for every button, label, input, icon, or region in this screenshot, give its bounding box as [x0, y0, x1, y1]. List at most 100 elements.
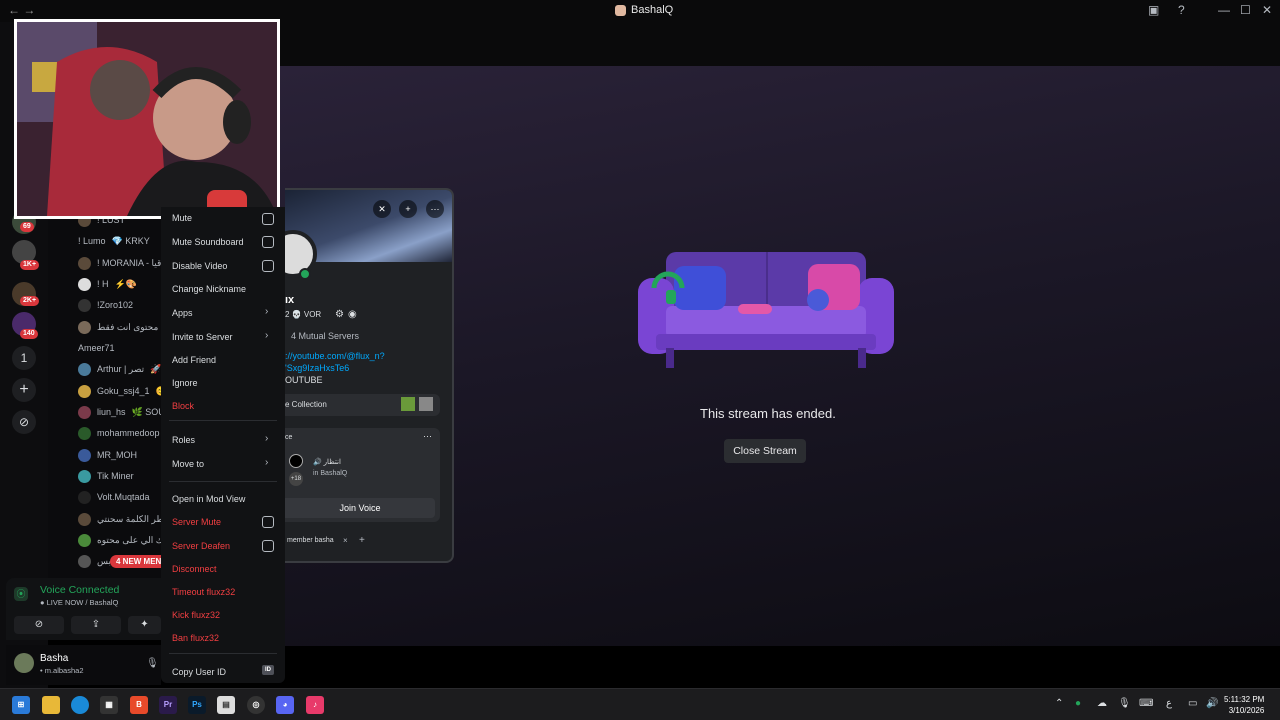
- app-icon[interactable]: ▤: [217, 696, 235, 714]
- discord-icon[interactable]: ◕: [276, 696, 294, 714]
- add-note-icon[interactable]: +: [359, 535, 365, 546]
- menu-item-invite-to-server[interactable]: Invite to Server: [172, 332, 233, 342]
- menu-item-change-nickname[interactable]: Change Nickname: [172, 284, 246, 294]
- list-item[interactable]: ! H ⚡🎨: [78, 276, 137, 292]
- youtube-link[interactable]: ://youtube.com/@flux_n?: [285, 351, 385, 361]
- keyboard-icon[interactable]: ⌨: [1139, 698, 1153, 709]
- server-badge-icon: ◉: [348, 309, 357, 320]
- brave-icon[interactable]: B: [130, 696, 148, 714]
- disable-video-checkbox[interactable]: [262, 260, 274, 272]
- list-item[interactable]: بس: [78, 553, 111, 569]
- windows-start-icon[interactable]: ⊞: [12, 696, 30, 714]
- menu-item-copy-user-id[interactable]: Copy User ID: [172, 667, 226, 677]
- menu-item-ignore[interactable]: Ignore: [172, 378, 198, 388]
- menu-item-kick[interactable]: Kick fluxz32: [172, 610, 220, 620]
- explore-icon[interactable]: ⊘: [12, 410, 36, 434]
- avatar: [289, 454, 303, 468]
- tray-app-icon[interactable]: ●: [1075, 698, 1081, 709]
- screen-share-icon[interactable]: ▣: [1148, 3, 1159, 17]
- language-indicator[interactable]: ع: [1166, 698, 1172, 709]
- home-number[interactable]: 1: [12, 346, 36, 370]
- store-icon[interactable]: ▦: [100, 696, 118, 714]
- close-button[interactable]: ✕: [1262, 3, 1272, 17]
- forward-icon[interactable]: →: [23, 3, 35, 17]
- voice-status[interactable]: Voice Connected: [40, 584, 119, 596]
- youtube-link-cont[interactable]: 'Sxg9IzaHxsTe6: [285, 363, 349, 373]
- more-icon[interactable]: ⋯: [423, 431, 432, 442]
- obs-icon[interactable]: ◎: [247, 696, 265, 714]
- minimize-button[interactable]: —: [1218, 3, 1230, 17]
- screen-share-icon[interactable]: ⇪: [71, 616, 121, 634]
- list-item[interactable]: liun_hs🌿 SOUL: [78, 404, 163, 420]
- menu-item-mute-soundboard[interactable]: Mute Soundboard: [172, 237, 244, 247]
- menu-item-block[interactable]: Block: [172, 401, 194, 411]
- menu-item-add-friend[interactable]: Add Friend: [172, 355, 216, 365]
- id-icon: ID: [262, 665, 274, 675]
- collection-row[interactable]: e Collection: [285, 394, 440, 416]
- server-mute-checkbox[interactable]: [262, 516, 274, 528]
- mutual-servers[interactable]: 4 Mutual Servers: [291, 331, 359, 341]
- signal-icon[interactable]: ⦿: [14, 587, 28, 601]
- menu-item-ban[interactable]: Ban fluxz32: [172, 633, 219, 643]
- menu-item-server-mute[interactable]: Server Mute: [172, 517, 221, 527]
- close-stream-button[interactable]: Close Stream: [724, 439, 806, 463]
- premiere-icon[interactable]: Pr: [159, 696, 177, 714]
- avatar: [78, 533, 91, 547]
- volume-icon[interactable]: 🔊: [1206, 698, 1218, 709]
- add-friend-icon[interactable]: +: [399, 200, 417, 218]
- chevron-up-icon[interactable]: ⌃: [1055, 698, 1063, 709]
- file-explorer-icon[interactable]: [42, 696, 60, 714]
- menu-item-timeout[interactable]: Timeout fluxz32: [172, 587, 235, 597]
- avatar[interactable]: [14, 653, 34, 673]
- remove-note-icon[interactable]: ×: [343, 536, 348, 545]
- mute-soundboard-checkbox[interactable]: [262, 236, 274, 248]
- mute-icon[interactable]: ✕: [373, 200, 391, 218]
- menu-item-disconnect[interactable]: Disconnect: [172, 564, 217, 574]
- menu-item-open-in-mod-view[interactable]: Open in Mod View: [172, 494, 245, 504]
- unread-badge: 2K+: [20, 296, 40, 306]
- list-item[interactable]: نوبكاك الي على محتوه: [78, 532, 163, 548]
- list-item[interactable]: ! Lumo 💎 KRKY: [78, 233, 150, 249]
- add-server-button[interactable]: +: [12, 378, 36, 402]
- list-item[interactable]: mohammedoop: [78, 425, 160, 441]
- menu-item-apps[interactable]: Apps: [172, 308, 193, 318]
- server-deafen-checkbox[interactable]: [262, 540, 274, 552]
- list-item[interactable]: Ameer71: [78, 340, 115, 356]
- join-voice-button[interactable]: Join Voice: [285, 498, 435, 518]
- list-item[interactable]: Volt.Muqtada: [78, 489, 150, 505]
- list-item[interactable]: Arthur | تصر 🚀: [78, 361, 161, 377]
- profile-bio-text: OUTUBE: [285, 375, 323, 385]
- list-item[interactable]: محتوى انت فقط <_>: [78, 319, 163, 335]
- cloud-icon[interactable]: ☁: [1097, 698, 1107, 709]
- list-item[interactable]: !Zoro102: [78, 297, 133, 313]
- back-icon[interactable]: ← →: [8, 3, 35, 17]
- microphone-icon[interactable]: 🎙: [1118, 698, 1131, 709]
- menu-item-move-to[interactable]: Move to: [172, 459, 204, 469]
- settings-icon: ⚙: [335, 309, 344, 320]
- list-item[interactable]: ! MORANIA - الاقيا: [78, 255, 163, 271]
- voice-channel[interactable]: ● LIVE NOW / BashalQ: [40, 598, 118, 607]
- tiktok-icon[interactable]: ♪: [306, 696, 324, 714]
- clock-date: 3/10/2026: [1228, 706, 1265, 715]
- maximize-button[interactable]: ☐: [1240, 3, 1251, 17]
- list-item[interactable]: Tik Miner: [78, 468, 134, 484]
- menu-item-server-deafen[interactable]: Server Deafen: [172, 541, 230, 551]
- list-item[interactable]: خاطر الكلمة سحنتي: [78, 511, 163, 527]
- microphone-icon[interactable]: 🎙: [146, 658, 159, 669]
- chevron-right-icon: ›: [265, 433, 269, 444]
- mute-checkbox[interactable]: [262, 213, 274, 225]
- more-icon[interactable]: ⋯: [426, 200, 444, 218]
- edge-icon[interactable]: [71, 696, 89, 714]
- avatar: [78, 405, 91, 419]
- list-item[interactable]: MR_MOH: [78, 447, 137, 463]
- help-icon[interactable]: ?: [1178, 3, 1185, 17]
- menu-item-roles[interactable]: Roles: [172, 435, 195, 445]
- activities-icon[interactable]: ✦: [128, 616, 161, 634]
- network-icon[interactable]: ▭: [1188, 698, 1197, 709]
- system-clock[interactable]: 5:11:32 PM 3/10/2026: [1224, 694, 1264, 716]
- list-item[interactable]: Goku_ssj4_1 😊: [78, 383, 163, 399]
- video-off-icon[interactable]: ⊘: [14, 616, 64, 634]
- menu-item-mute[interactable]: Mute: [172, 213, 192, 223]
- menu-item-disable-video[interactable]: Disable Video: [172, 261, 227, 271]
- photoshop-icon[interactable]: Ps: [188, 696, 206, 714]
